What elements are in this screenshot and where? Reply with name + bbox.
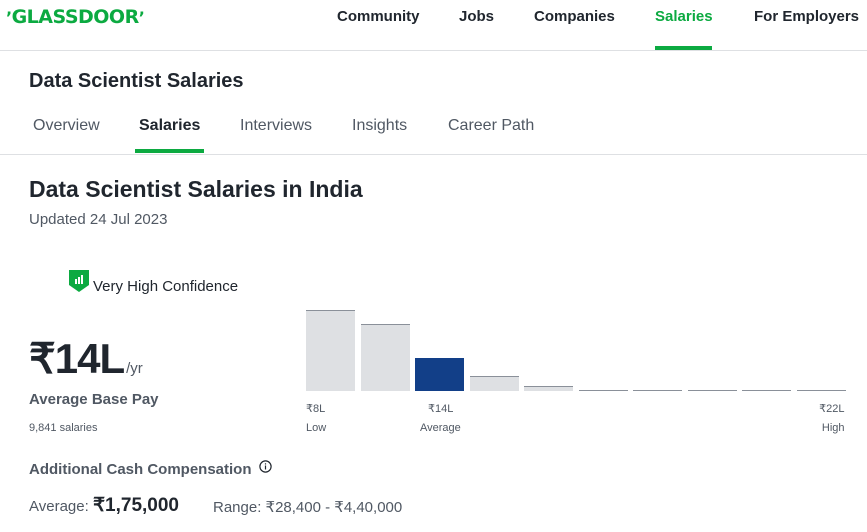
base-pay-label: Average Base Pay (29, 391, 159, 408)
job-title-header: Data Scientist Salaries Overview Salarie… (0, 51, 867, 155)
additional-cash-label: Additional Cash Compensation (29, 461, 252, 478)
nav-salaries[interactable]: Salaries (655, 8, 713, 25)
tab-overview[interactable]: Overview (33, 117, 100, 135)
salary-count: 9,841 salaries (29, 422, 98, 434)
additional-cash-range: Range: ₹28,400 - ₹4,40,000 (213, 499, 403, 516)
histogram-bar (524, 386, 573, 391)
page-title: Data Scientist Salaries (29, 70, 244, 92)
tab-interviews[interactable]: Interviews (240, 117, 312, 135)
additional-cash-average: Average: ₹1,75,000 (29, 494, 179, 517)
average-base-pay: ₹14L/yr (29, 334, 143, 383)
info-icon[interactable] (258, 460, 272, 473)
histogram-bar (360, 324, 410, 391)
histogram-tick-value: ₹8L (306, 403, 326, 415)
histogram-bar (796, 389, 846, 391)
histogram-bar (742, 389, 791, 391)
salary-histogram (306, 290, 846, 391)
nav-companies[interactable]: Companies (534, 8, 615, 25)
nav-active-indicator (655, 46, 712, 50)
histogram-tick-caption: Average (420, 422, 461, 434)
histogram-bar (469, 376, 519, 391)
confidence-badge: Very High Confidence (69, 269, 238, 295)
tab-insights[interactable]: Insights (352, 117, 407, 135)
base-pay-unit: /yr (126, 360, 143, 377)
histogram-bar (306, 310, 355, 391)
histogram-bar (415, 358, 464, 391)
histogram-tick-caption: Low (306, 422, 327, 434)
glassdoor-logo[interactable]: ’GLASSDOOR’ (6, 6, 145, 28)
nav-jobs[interactable]: Jobs (459, 8, 494, 25)
tab-career-path[interactable]: Career Path (448, 117, 534, 135)
shield-chart-icon (69, 270, 89, 292)
updated-date: Updated 24 Jul 2023 (29, 211, 168, 228)
histogram-tick-caption: High (821, 422, 845, 434)
histogram-tick-value: ₹22L (819, 403, 845, 415)
histogram-bar (578, 389, 628, 391)
nav-community[interactable]: Community (337, 8, 420, 25)
additional-average-label: Average: (29, 498, 89, 515)
histogram-tick-value: ₹14L (428, 403, 454, 415)
tab-salaries[interactable]: Salaries (139, 117, 200, 135)
histogram-bar (687, 389, 737, 391)
base-pay-value: ₹14L (29, 335, 125, 382)
confidence-label: Very High Confidence (93, 277, 239, 295)
top-navigation: ’GLASSDOOR’ Community Jobs Companies Sal… (0, 0, 867, 51)
nav-for-employers[interactable]: For Employers (754, 8, 859, 25)
salary-heading: Data Scientist Salaries in India (29, 176, 363, 202)
additional-average-value: ₹1,75,000 (92, 495, 179, 516)
additional-cash-title: Additional Cash Compensation (29, 460, 272, 478)
tab-active-indicator (135, 149, 204, 153)
histogram-bar (633, 389, 682, 391)
